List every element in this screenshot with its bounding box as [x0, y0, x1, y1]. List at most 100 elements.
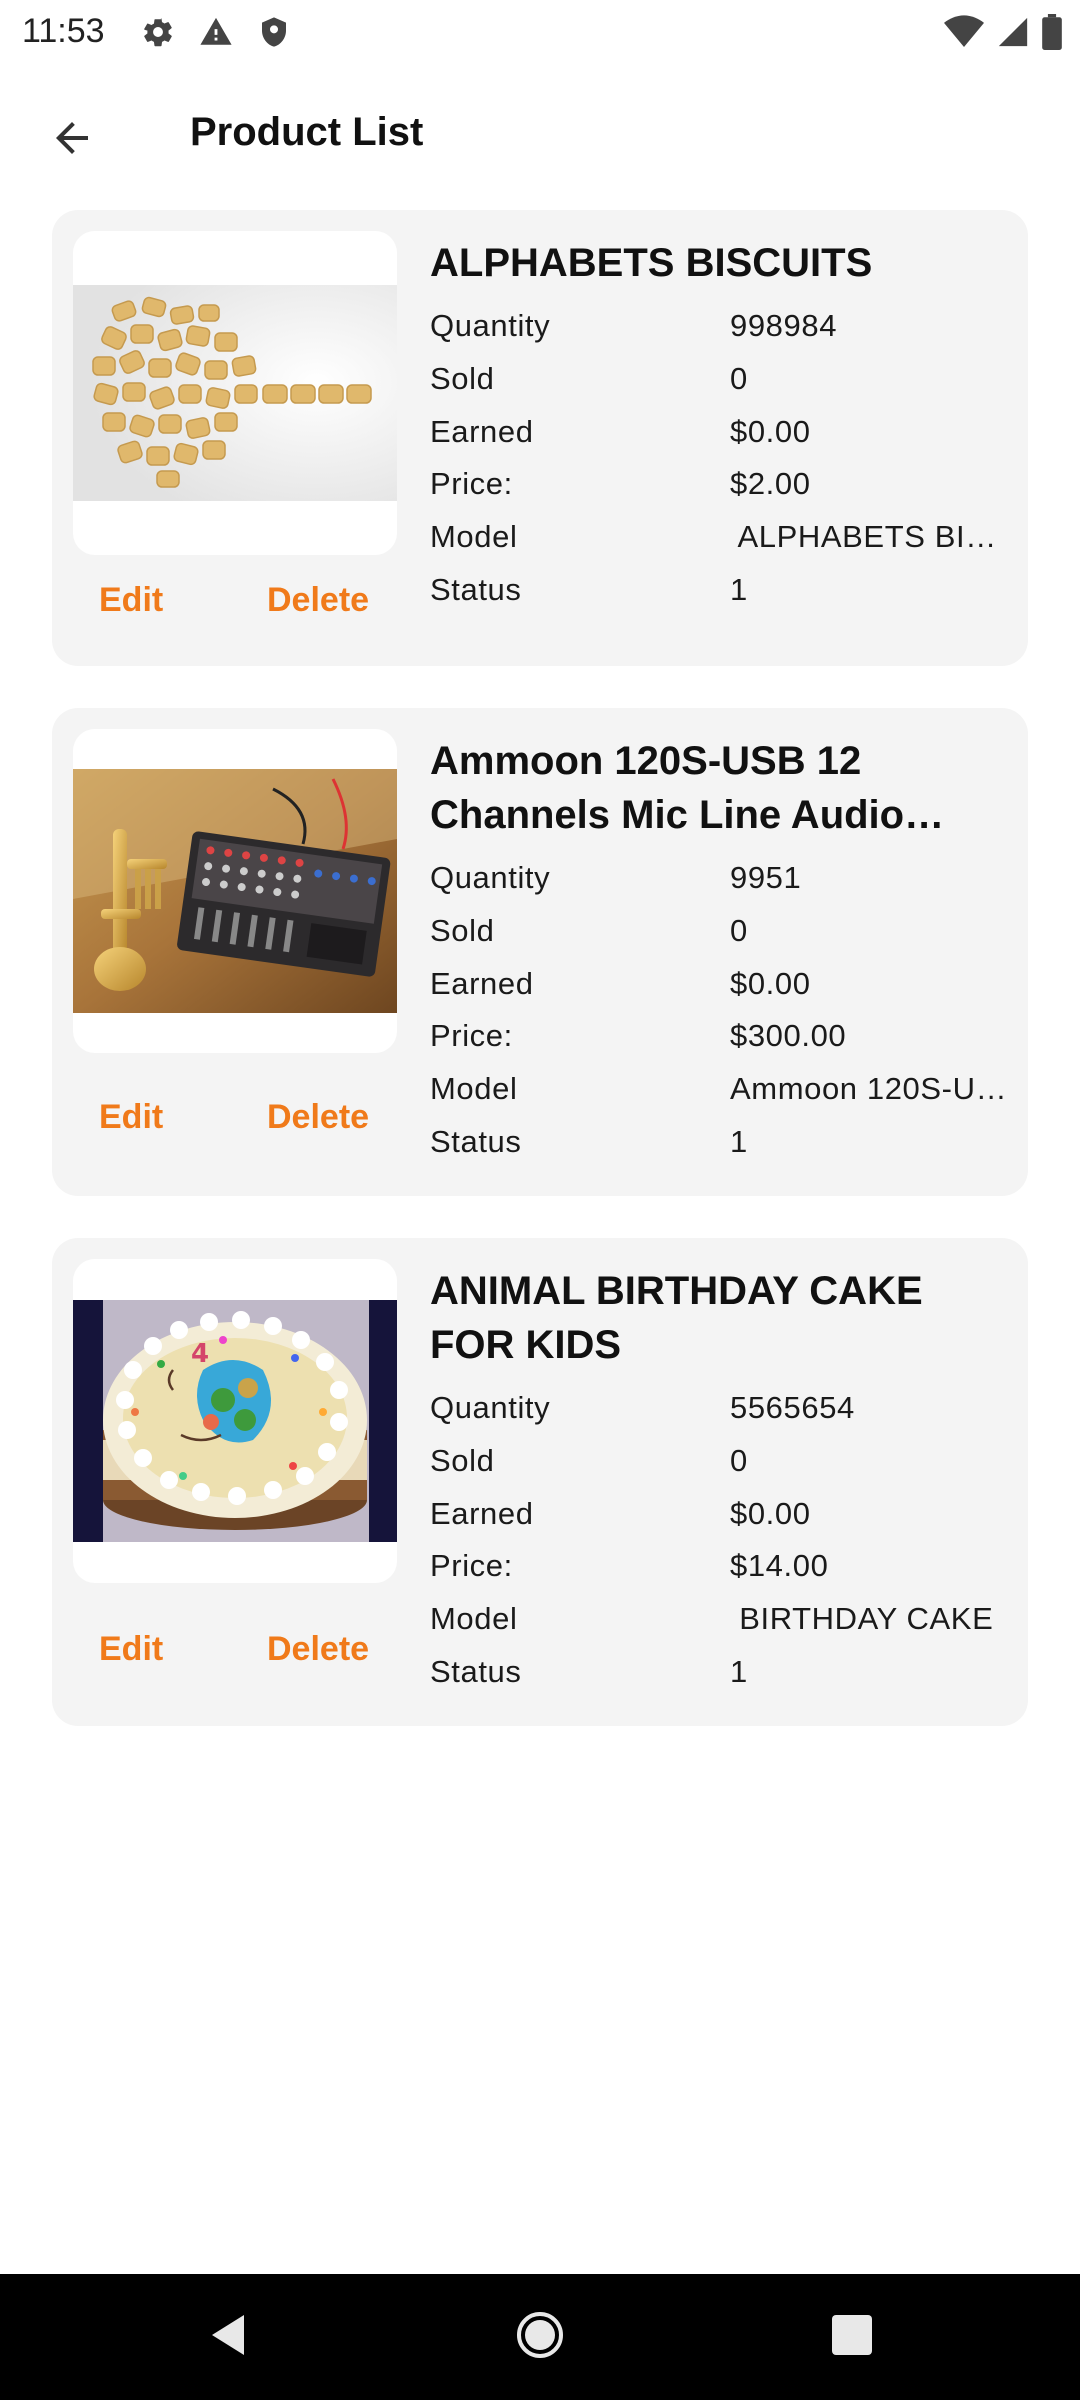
- nav-recents-button[interactable]: [822, 2307, 882, 2367]
- earned-label: Earned: [430, 965, 534, 1001]
- quantity-row: Quantity 5565654: [430, 1382, 1010, 1435]
- model-value: BIRTHDAY CAKE: [730, 1601, 994, 1637]
- status-row: Status 1: [430, 1115, 1010, 1168]
- product-image: [73, 729, 397, 1053]
- back-button[interactable]: [36, 104, 108, 176]
- model-label: Model: [430, 519, 518, 555]
- quantity-value: 9951: [730, 860, 802, 896]
- product-info: ALPHABETS BISCUITS Quantity 998984 Sold …: [430, 236, 1010, 616]
- price-row: Price: $2.00: [430, 458, 1010, 511]
- model-row: Model ALPHABETS BISCUITS: [430, 511, 1010, 564]
- price-row: Price: $300.00: [430, 1010, 1010, 1063]
- product-actions: Edit Delete: [73, 1092, 397, 1152]
- quantity-value: 5565654: [730, 1390, 855, 1426]
- sold-label: Sold: [430, 1443, 495, 1479]
- birthday-cake-image: 4: [73, 1300, 397, 1542]
- page-title: Product List: [190, 110, 424, 154]
- product-card: Edit Delete Ammoon 120S-USB 12 Channels …: [52, 708, 1028, 1196]
- status-time: 11:53: [22, 12, 105, 50]
- svg-text:4: 4: [191, 1339, 209, 1369]
- nav-back-icon: [204, 2311, 248, 2364]
- warning-icon: [198, 14, 234, 50]
- nav-home-button[interactable]: [510, 2307, 570, 2367]
- audio-mixer-image: [73, 769, 397, 1013]
- price-value: $300.00: [730, 1018, 847, 1054]
- price-value: $2.00: [730, 466, 811, 502]
- edit-button[interactable]: Edit: [99, 581, 163, 620]
- system-nav-bar: [0, 2274, 1080, 2400]
- status-value: 1: [730, 1653, 748, 1689]
- model-value: Ammoon 120S-USB: [730, 1071, 1010, 1107]
- product-image: 4: [73, 1259, 397, 1583]
- product-list: Edit Delete ALPHABETS BISCUITS Quantity …: [52, 210, 1028, 1768]
- product-title: ANIMAL BIRTHDAY CAKE FOR KIDS: [430, 1269, 923, 1367]
- status-bar: 11:53: [0, 0, 1080, 64]
- sold-row: Sold 0: [430, 353, 1010, 406]
- sold-row: Sold 0: [430, 905, 1010, 958]
- earned-label: Earned: [430, 1495, 534, 1531]
- model-value: ALPHABETS BISCUITS: [737, 519, 1011, 555]
- quantity-row: Quantity 9951: [430, 852, 1010, 905]
- status-row: Status 1: [430, 563, 1010, 616]
- edit-button[interactable]: Edit: [99, 1630, 163, 1669]
- product-title: ALPHABETS BISCUITS: [430, 241, 873, 285]
- earned-value: $0.00: [730, 413, 811, 449]
- model-row: Model BIRTHDAY CAKE: [430, 1593, 1010, 1646]
- quantity-row: Quantity 998984: [430, 300, 1010, 353]
- status-label: Status: [430, 571, 522, 607]
- earned-value: $0.00: [730, 965, 811, 1001]
- status-label: Status: [430, 1653, 522, 1689]
- signal-icon: [996, 15, 1030, 54]
- nav-back-button[interactable]: [196, 2307, 256, 2367]
- shield-icon: [256, 14, 292, 50]
- quantity-label: Quantity: [430, 1390, 551, 1426]
- edit-button[interactable]: Edit: [99, 1098, 163, 1137]
- price-label: Price:: [430, 1548, 513, 1584]
- price-row: Price: $14.00: [430, 1540, 1010, 1593]
- earned-label: Earned: [430, 413, 534, 449]
- model-label: Model: [430, 1601, 518, 1637]
- status-system-icons: [944, 14, 1062, 55]
- status-notification-icons: [140, 14, 292, 50]
- product-info: ANIMAL BIRTHDAY CAKE FOR KIDS Quantity 5…: [430, 1264, 1010, 1698]
- product-card: Edit Delete ALPHABETS BISCUITS Quantity …: [52, 210, 1028, 666]
- sold-value: 0: [730, 913, 748, 949]
- quantity-label: Quantity: [430, 308, 551, 344]
- earned-row: Earned $0.00: [430, 1487, 1010, 1540]
- price-value: $14.00: [730, 1548, 829, 1584]
- product-actions: Edit Delete: [73, 575, 397, 635]
- product-title: Ammoon 120S-USB 12 Channels Mic Line Aud…: [430, 739, 905, 837]
- status-row: Status 1: [430, 1645, 1010, 1698]
- earned-row: Earned $0.00: [430, 405, 1010, 458]
- model-label: Model: [430, 1071, 518, 1107]
- delete-button[interactable]: Delete: [267, 1098, 369, 1137]
- delete-button[interactable]: Delete: [267, 581, 369, 620]
- wifi-icon: [944, 15, 984, 54]
- status-label: Status: [430, 1123, 522, 1159]
- sold-label: Sold: [430, 913, 495, 949]
- product-info: Ammoon 120S-USB 12 Channels Mic Line Aud…: [430, 734, 1010, 1168]
- sold-label: Sold: [430, 361, 495, 397]
- status-value: 1: [730, 571, 748, 607]
- delete-button[interactable]: Delete: [267, 1630, 369, 1669]
- settings-icon: [140, 14, 176, 50]
- product-actions: Edit Delete: [73, 1624, 397, 1684]
- quantity-label: Quantity: [430, 860, 551, 896]
- biscuits-image: [73, 285, 397, 501]
- price-label: Price:: [430, 466, 513, 502]
- product-card: 4 Edit Delete ANIMAL BIRTHDAY CAKE FOR K…: [52, 1238, 1028, 1726]
- sold-value: 0: [730, 361, 748, 397]
- earned-value: $0.00: [730, 1495, 811, 1531]
- earned-row: Earned $0.00: [430, 957, 1010, 1010]
- app-bar: Product List: [0, 86, 1080, 186]
- battery-icon: [1042, 14, 1062, 55]
- nav-recents-icon: [830, 2313, 874, 2362]
- sold-value: 0: [730, 1443, 748, 1479]
- nav-home-icon: [515, 2310, 565, 2365]
- quantity-value: 998984: [730, 308, 838, 344]
- model-row: Model Ammoon 120S-USB: [430, 1063, 1010, 1116]
- price-label: Price:: [430, 1018, 513, 1054]
- sold-row: Sold 0: [430, 1435, 1010, 1488]
- product-image: [73, 231, 397, 555]
- arrow-back-icon: [48, 114, 96, 167]
